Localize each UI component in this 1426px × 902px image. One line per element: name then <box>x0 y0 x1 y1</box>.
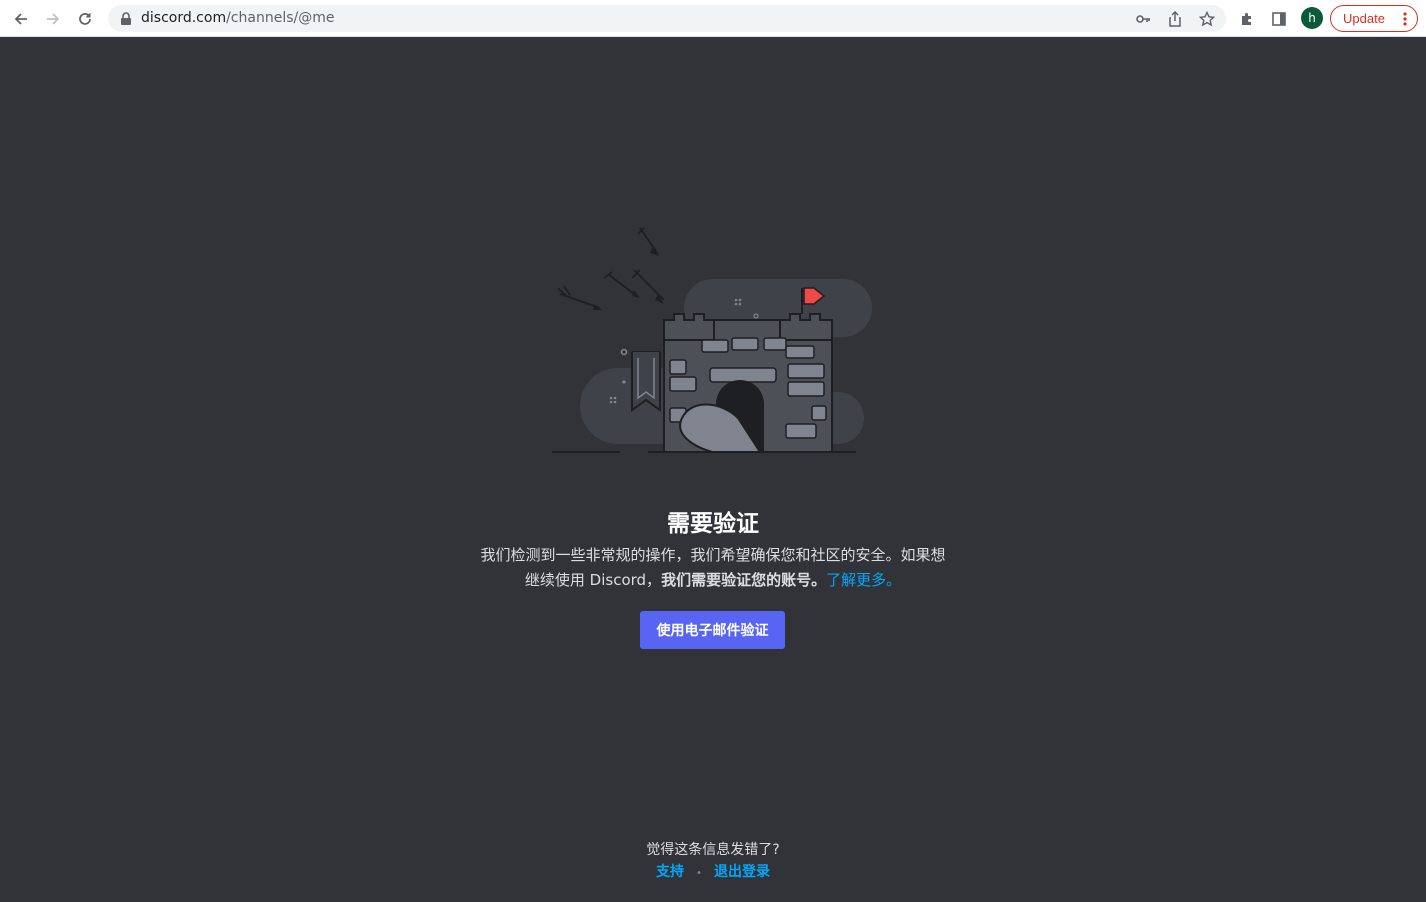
desc-line-1: 我们检测到一些非常规的操作，我们希望确保您和社区的安全。如果想 <box>480 546 946 564</box>
castle-illustration <box>552 227 872 453</box>
back-icon[interactable] <box>8 6 34 32</box>
lock-icon[interactable] <box>120 12 132 25</box>
browser-toolbar: discord.com/channels/@me h Update <box>0 0 1426 37</box>
extensions-icon[interactable] <box>1237 9 1257 29</box>
support-link[interactable]: 支持 <box>656 864 684 880</box>
key-icon[interactable] <box>1134 10 1152 28</box>
url-text[interactable]: discord.com/channels/@me <box>141 10 334 27</box>
verification-description: 我们检测到一些非常规的操作，我们希望确保您和社区的安全。如果想 继续使用 Dis… <box>463 543 963 593</box>
footer-question: 觉得这条信息发错了? <box>646 842 780 858</box>
verify-email-button[interactable]: 使用电子邮件验证 <box>640 611 785 649</box>
desc-line-2-text: 继续使用 Discord， <box>524 571 662 589</box>
url-path: /channels/@me <box>226 10 335 26</box>
page-title: 需要验证 <box>667 511 759 537</box>
footer-links: 支持 • 退出登录 <box>0 863 1426 883</box>
learn-more-link[interactable]: 了解更多。 <box>826 571 901 589</box>
footer-separator: • <box>696 868 702 879</box>
share-icon[interactable] <box>1166 10 1184 28</box>
forward-icon[interactable] <box>40 6 66 32</box>
update-button[interactable]: Update <box>1330 5 1418 32</box>
side-panel-icon[interactable] <box>1269 9 1289 29</box>
desc-emphasis: 我们需要验证您的账号。 <box>661 571 827 589</box>
reload-icon[interactable] <box>72 6 98 32</box>
address-bar[interactable]: discord.com/channels/@me <box>108 5 1226 32</box>
url-host: discord.com <box>141 10 227 26</box>
star-icon[interactable] <box>1198 10 1216 28</box>
profile-avatar[interactable]: h <box>1301 7 1323 29</box>
logout-link[interactable]: 退出登录 <box>714 864 770 880</box>
update-label: Update <box>1343 11 1385 26</box>
more-icon <box>1403 12 1407 26</box>
desc-line-2: 继续使用 Discord，我们需要验证您的账号。了解更多。 <box>463 568 963 593</box>
